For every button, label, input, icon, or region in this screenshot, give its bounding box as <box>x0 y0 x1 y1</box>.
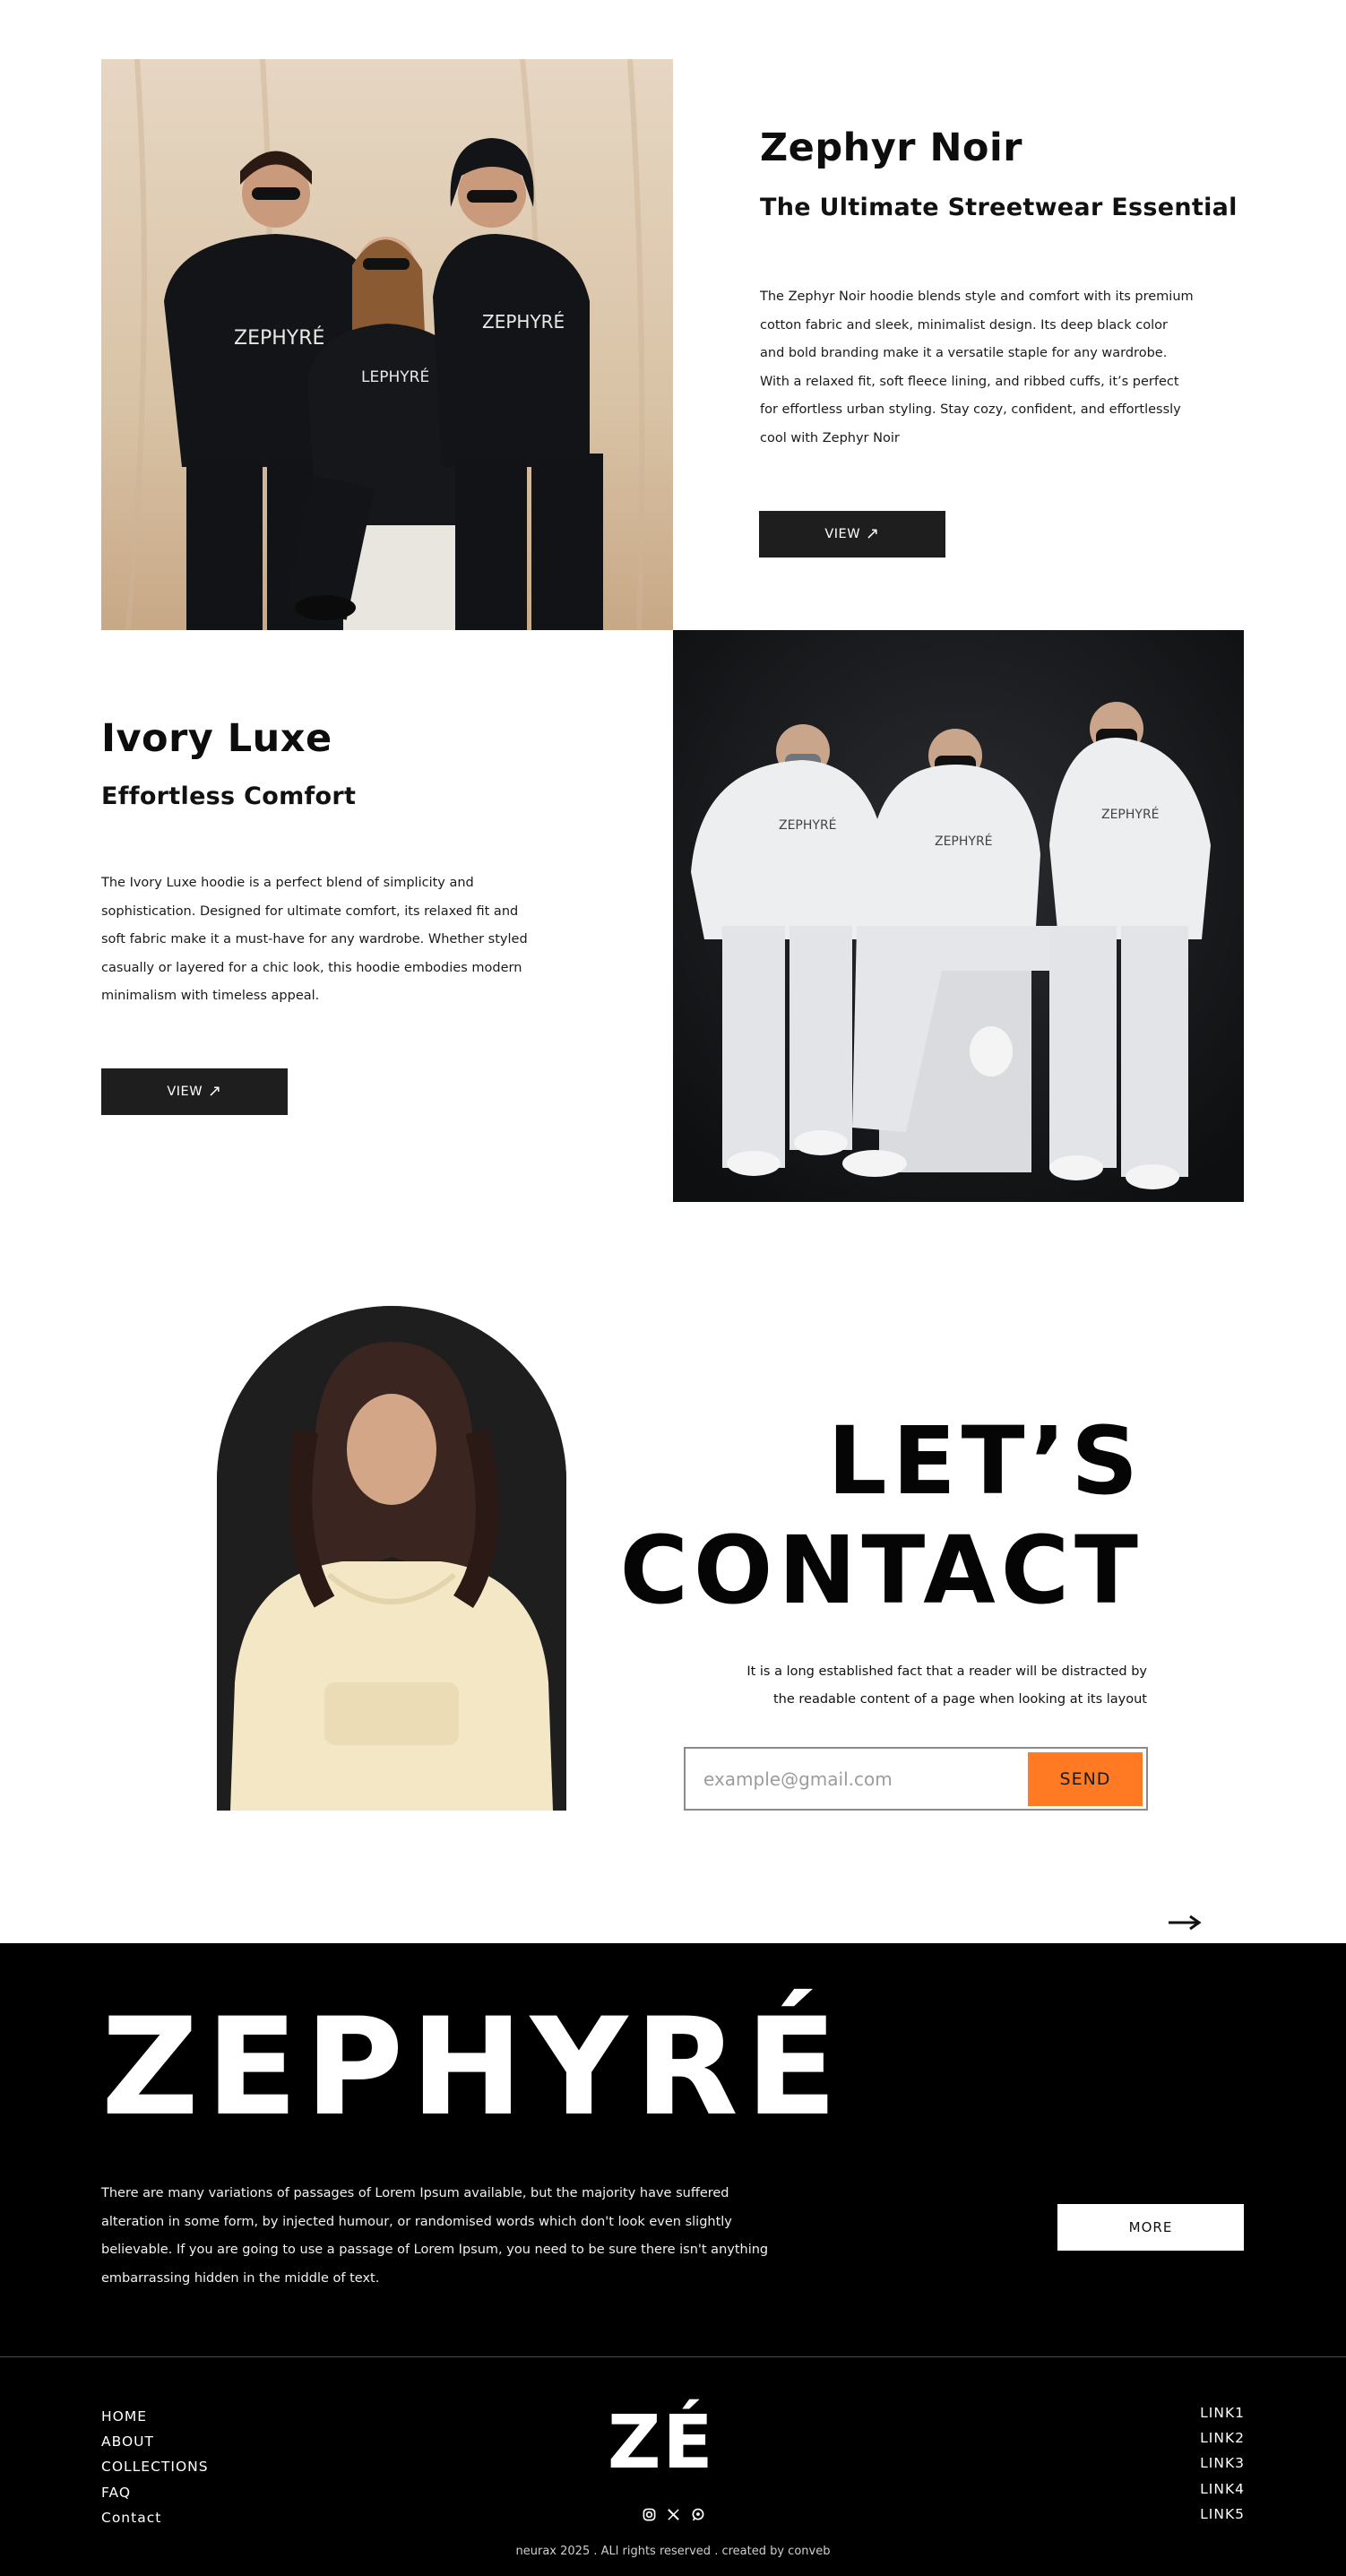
ivory-luxe-description: The Ivory Luxe hoodie is a perfect blend… <box>101 869 639 1011</box>
ivory-luxe-title: Ivory Luxe <box>101 716 332 761</box>
description-line: With a relaxed fit, soft fleece lining, … <box>760 374 1179 389</box>
description-line: The Zephyr Noir hoodie blends style and … <box>760 290 1194 304</box>
footer-link-1[interactable]: LINK1 <box>1200 2400 1245 2425</box>
svg-text:ZEPHYRÉ: ZEPHYRÉ <box>779 817 837 833</box>
footer-link-collections[interactable]: COLLECTIONS <box>101 2454 209 2479</box>
contact-heading-line1: LET’S <box>827 1406 1143 1516</box>
description-line: for effortless urban styling. Stay cozy,… <box>760 402 1181 417</box>
footer-logo[interactable]: ZÉ <box>608 2407 714 2480</box>
zephyr-noir-subtitle: The Ultimate Streetwear Essential <box>760 194 1238 221</box>
footer-link-5[interactable]: LINK5 <box>1200 2502 1245 2527</box>
footer-divider <box>0 2356 1346 2357</box>
arrow-up-right-icon: ↗ <box>208 1082 222 1101</box>
copyright-text: neurax 2025 . ALl rights reserved . crea… <box>515 2545 831 2558</box>
svg-text:ZEPHYRÉ: ZEPHYRÉ <box>1101 807 1160 822</box>
description-line: The Ivory Luxe hoodie is a perfect blend… <box>101 876 474 890</box>
description-line: cotton fabric and sleek, minimalist desi… <box>760 317 1168 333</box>
view-button-label: VIEW <box>824 527 861 541</box>
view-button-label: VIEW <box>167 1085 203 1099</box>
description-line: believable. If you are going to use a pa… <box>101 2243 769 2257</box>
description-line: sophistication. Designed for ultimate co… <box>101 903 519 919</box>
description-line: minimalism with timeless appeal. <box>101 989 320 1003</box>
footer-nav-secondary: LINK1 LINK2 LINK3 LINK4 LINK5 <box>1200 2400 1245 2527</box>
svg-text:ZEPHYRÉ: ZEPHYRÉ <box>482 311 565 333</box>
send-button[interactable]: SEND <box>1028 1752 1143 1806</box>
social-links <box>642 2507 704 2521</box>
contact-heading-line2: CONTACT <box>619 1516 1143 1625</box>
page: ZEPHYRÉ LEPHYRÉ ZEPHYRÉ Zephyr Noir The … <box>0 0 1346 2576</box>
contact-model-photo <box>217 1306 566 1811</box>
description-line: There are many variations of passages of… <box>101 2186 729 2200</box>
footer-link-2[interactable]: LINK2 <box>1200 2425 1245 2451</box>
whatsapp-icon[interactable] <box>690 2507 704 2521</box>
zephyr-noir-photo: ZEPHYRÉ LEPHYRÉ ZEPHYRÉ <box>101 59 673 630</box>
footer-link-faq[interactable]: FAQ <box>101 2480 209 2505</box>
description-line: It is a long established fact that a rea… <box>746 1664 1147 1679</box>
contact-description: It is a long established fact that a rea… <box>645 1658 1147 1714</box>
description-line: soft fabric make it a must-have for any … <box>101 932 528 947</box>
zephyr-noir-title: Zephyr Noir <box>760 125 1022 170</box>
description-line: embarrassing hidden in the middle of tex… <box>101 2270 380 2286</box>
more-button[interactable]: MORE <box>1057 2204 1244 2251</box>
description-line: and bold branding make it a versatile st… <box>760 346 1168 360</box>
footer-link-about[interactable]: ABOUT <box>101 2429 209 2454</box>
svg-text:ZEPHYRÉ: ZEPHYRÉ <box>935 834 993 849</box>
description-line: the readable content of a page when look… <box>772 1692 1147 1707</box>
footer: ZEPHYRÉ There are many variations of pas… <box>0 1943 1346 2576</box>
svg-text:LEPHYRÉ: LEPHYRÉ <box>361 367 429 386</box>
description-line: casually or layered for a chic look, thi… <box>101 960 522 975</box>
footer-nav-primary: HOME ABOUT COLLECTIONS FAQ Contact <box>101 2404 209 2530</box>
arrow-right-icon[interactable] <box>1167 1909 1203 1936</box>
hoodie-print-text: ZEPHYRÉ <box>234 326 324 350</box>
ivory-luxe-photo: ZEPHYRÉ ZEPHYRÉ ZEPHYRÉ <box>673 630 1244 1202</box>
x-icon[interactable] <box>666 2507 680 2521</box>
arrow-up-right-icon: ↗ <box>866 524 880 543</box>
instagram-icon[interactable] <box>642 2507 656 2521</box>
zephyr-noir-description: The Zephyr Noir hoodie blends style and … <box>760 283 1262 453</box>
footer-link-home[interactable]: HOME <box>101 2404 209 2429</box>
newsletter-form: SEND <box>684 1747 1148 1811</box>
footer-brand-wordmark: ZEPHYRÉ <box>101 1990 845 2146</box>
footer-link-contact[interactable]: Contact <box>101 2505 209 2530</box>
description-line: alteration in some form, by injected hum… <box>101 2214 732 2229</box>
zephyr-noir-view-button[interactable]: VIEW ↗ <box>759 511 945 558</box>
email-input[interactable] <box>703 1761 1026 1797</box>
ivory-luxe-subtitle: Effortless Comfort <box>101 782 357 810</box>
footer-link-4[interactable]: LINK4 <box>1200 2477 1245 2502</box>
footer-description: There are many variations of passages of… <box>101 2180 872 2293</box>
description-line: cool with Zephyr Noir <box>760 430 900 445</box>
ivory-luxe-view-button[interactable]: VIEW ↗ <box>101 1068 288 1115</box>
footer-link-3[interactable]: LINK3 <box>1200 2451 1245 2476</box>
